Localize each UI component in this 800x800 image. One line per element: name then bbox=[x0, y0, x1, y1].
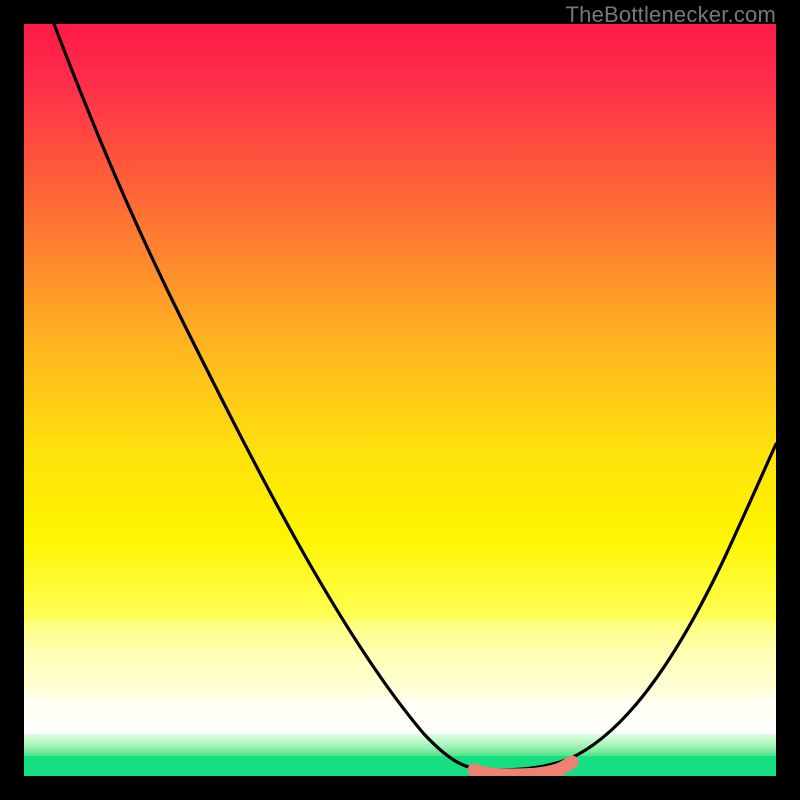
chart-frame: TheBottlenecker.com bbox=[0, 0, 800, 800]
gradient-yellow-pale bbox=[24, 620, 776, 698]
gradient-green bbox=[24, 756, 776, 776]
watermark-text: TheBottlenecker.com bbox=[566, 2, 776, 28]
gradient-white bbox=[24, 698, 776, 734]
gradient-red-yellow bbox=[24, 24, 776, 620]
plot-area bbox=[24, 24, 776, 776]
gradient-green-fade bbox=[24, 734, 776, 756]
